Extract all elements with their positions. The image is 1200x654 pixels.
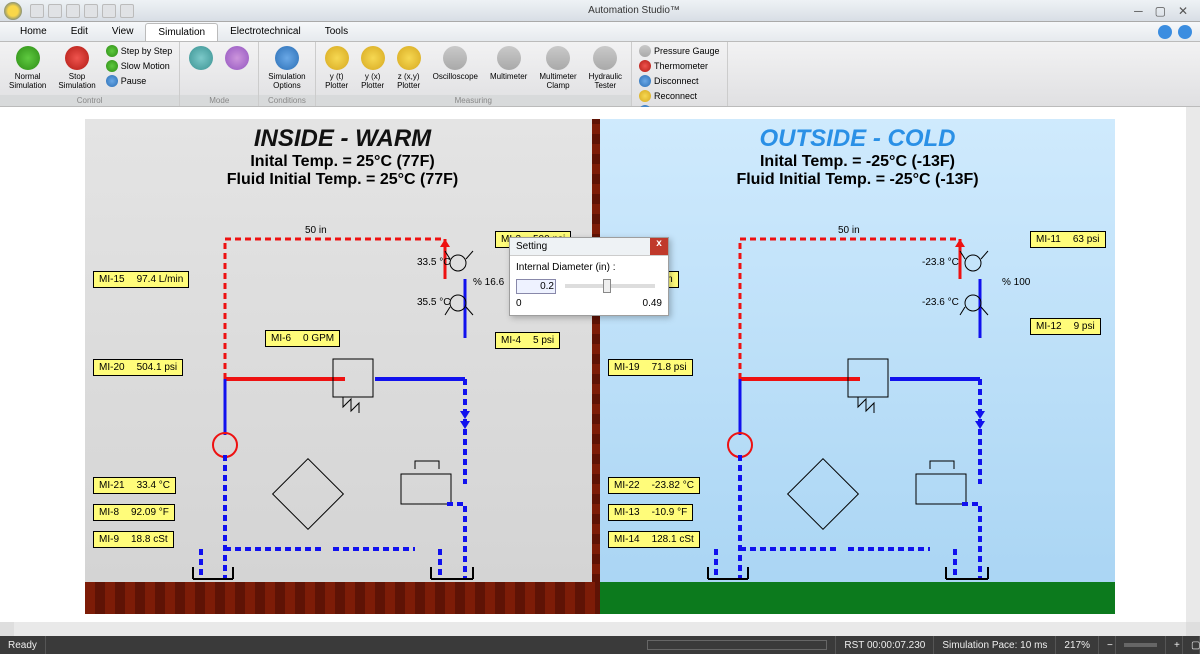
- status-ready: Ready: [0, 636, 46, 654]
- ribbon-slow-motion[interactable]: Slow Motion: [104, 59, 175, 73]
- ribbon-z-x-y-plotter[interactable]: z (x,y)Plotter: [393, 44, 425, 95]
- progress-bar: [647, 640, 827, 650]
- info-icon[interactable]: [1178, 25, 1192, 39]
- window-title: Automation Studio™: [134, 5, 1134, 16]
- measurement-tag-MI-22[interactable]: MI-22-23.82 °C: [608, 477, 700, 494]
- measurement-tag-MI-11[interactable]: MI-1163 psi: [1030, 231, 1106, 248]
- ribbon-simulation-options[interactable]: SimulationOptions: [264, 44, 309, 95]
- ribbon-pause[interactable]: Pause: [104, 74, 175, 88]
- zoom-out-button[interactable]: −: [1099, 636, 1116, 654]
- workspace-canvas[interactable]: INSIDE - WARM Inital Temp. = 25°C (77F) …: [0, 107, 1200, 636]
- status-bar: Ready RST 00:00:07.230 Simulation Pace: …: [0, 636, 1200, 654]
- maximize-button[interactable]: ▢: [1155, 4, 1166, 18]
- menu-tools[interactable]: Tools: [313, 23, 360, 40]
- title-bar: Automation Studio™ ─ ▢ ✕: [0, 0, 1200, 22]
- horizontal-scrollbar[interactable]: [0, 622, 1200, 636]
- schematic-inside: INSIDE - WARM Inital Temp. = 25°C (77F) …: [85, 119, 600, 614]
- measurement-tag-MI-15[interactable]: MI-1597.4 L/min: [93, 271, 189, 288]
- ribbon-[interactable]: [185, 44, 217, 95]
- measurement-tag-MI-19[interactable]: MI-1971.8 psi: [608, 359, 693, 376]
- field-label: Internal Diameter (in) :: [516, 262, 662, 273]
- zoom-in-button[interactable]: +: [1166, 636, 1183, 654]
- ribbon-step-by-step[interactable]: Step by Step: [104, 44, 175, 58]
- close-button[interactable]: ✕: [1178, 4, 1188, 18]
- quick-access-toolbar[interactable]: [30, 4, 134, 18]
- ribbon-y-x-plotter[interactable]: y (x)Plotter: [357, 44, 389, 95]
- status-rst: RST 00:00:07.230: [836, 636, 934, 654]
- fit-button[interactable]: ▢: [1183, 636, 1200, 654]
- dialog-title: Setting: [510, 238, 650, 255]
- ribbon-hydraulic-tester[interactable]: HydraulicTester: [585, 44, 626, 95]
- ribbon-disconnect[interactable]: Disconnect: [637, 74, 722, 88]
- app-logo: [4, 2, 22, 20]
- measurement-tag-MI-12[interactable]: MI-129 psi: [1030, 318, 1101, 335]
- menu-bar: Home Edit View Simulation Electrotechnic…: [0, 22, 1200, 42]
- ribbon-thermometer[interactable]: Thermometer: [637, 59, 722, 73]
- measurement-tag-MI-9[interactable]: MI-918.8 cSt: [93, 531, 174, 548]
- ribbon-oscilloscope[interactable]: Oscilloscope: [429, 44, 482, 95]
- measurement-tag-MI-4[interactable]: MI-45 psi: [495, 332, 560, 349]
- menu-view[interactable]: View: [100, 23, 146, 40]
- menu-edit[interactable]: Edit: [59, 23, 100, 40]
- ribbon-normal-simulation[interactable]: NormalSimulation: [5, 44, 50, 95]
- ribbon-y-t-plotter[interactable]: y (t)Plotter: [321, 44, 353, 95]
- ribbon-multimeter[interactable]: Multimeter: [486, 44, 531, 95]
- ribbon-reconnect[interactable]: Reconnect: [637, 89, 722, 103]
- menu-simulation[interactable]: Simulation: [145, 23, 218, 41]
- ribbon-pressure-gauge[interactable]: Pressure Gauge: [637, 44, 722, 58]
- schematic-outside: OUTSIDE - COLD Inital Temp. = -25°C (-13…: [600, 119, 1115, 614]
- status-zoom: 217%: [1056, 636, 1099, 654]
- ribbon-multimeter-clamp[interactable]: MultimeterClamp: [535, 44, 580, 95]
- measurement-tag-MI-6[interactable]: MI-60 GPM: [265, 330, 340, 347]
- vertical-scrollbar[interactable]: [1186, 107, 1200, 622]
- minimize-button[interactable]: ─: [1134, 4, 1143, 18]
- ribbon-[interactable]: [221, 44, 253, 95]
- dialog-close-button[interactable]: x: [650, 238, 668, 255]
- setting-dialog: Setting x Internal Diameter (in) : 00.49: [509, 237, 669, 316]
- measurement-tag-MI-14[interactable]: MI-14128.1 cSt: [608, 531, 700, 548]
- menu-electrotechnical[interactable]: Electrotechnical: [218, 23, 313, 40]
- ribbon-stop-simulation[interactable]: StopSimulation: [54, 44, 99, 95]
- measurement-tag-MI-8[interactable]: MI-892.09 °F: [93, 504, 175, 521]
- measurement-tag-MI-13[interactable]: MI-13-10.9 °F: [608, 504, 693, 521]
- status-pace: Simulation Pace: 10 ms: [934, 636, 1056, 654]
- menu-home[interactable]: Home: [8, 23, 59, 40]
- ribbon: NormalSimulationStopSimulation Step by St…: [0, 42, 1200, 107]
- diameter-input[interactable]: [516, 279, 556, 294]
- measurement-tag-MI-21[interactable]: MI-2133.4 °C: [93, 477, 176, 494]
- help-icon[interactable]: [1158, 25, 1172, 39]
- diameter-slider[interactable]: [565, 284, 655, 288]
- measurement-tag-MI-20[interactable]: MI-20504.1 psi: [93, 359, 183, 376]
